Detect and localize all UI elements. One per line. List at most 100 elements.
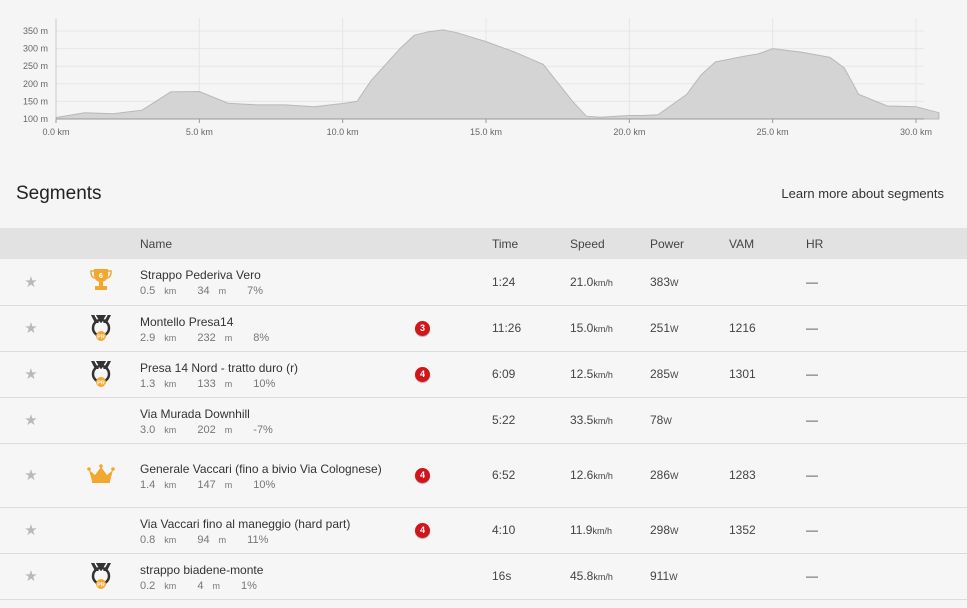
segment-distance: 0.8 km bbox=[140, 533, 177, 546]
table-row[interactable]: ★ Via Murada Downhill 3.0 km 202 m -7% 5:2… bbox=[0, 397, 967, 443]
segment-power: 911W bbox=[650, 569, 678, 583]
segment-grade: -7% bbox=[253, 423, 273, 436]
segment-name-link[interactable]: Generale Vaccari (fino a bivio Via Colog… bbox=[140, 460, 415, 478]
table-row[interactable]: ★ PR Presa 14 Nord - tratto duro (r) 1.3 k… bbox=[0, 351, 967, 397]
segment-distance: 3.0 km bbox=[140, 423, 177, 436]
climb-category-badge: 4 bbox=[415, 468, 430, 483]
segment-power: 285W bbox=[650, 367, 679, 381]
col-hr[interactable]: HR bbox=[806, 228, 967, 259]
segment-cell: Montello Presa14 2.9 km 232 m 8% bbox=[140, 305, 415, 351]
segment-power: 286W bbox=[650, 468, 679, 482]
segment-speed: 33.5km/h bbox=[570, 413, 613, 427]
trophy-icon: 6 bbox=[90, 269, 112, 291]
climb-category-badge: 4 bbox=[415, 523, 430, 538]
segment-hr: — bbox=[806, 413, 818, 427]
segment-power: 383W bbox=[650, 274, 679, 289]
segment-time: 6:09 bbox=[492, 367, 516, 381]
segment-name-link[interactable]: Montello Presa14 bbox=[140, 313, 415, 331]
x-tick-label: 15.0 km bbox=[470, 127, 502, 137]
category-cell: 3 bbox=[415, 305, 492, 351]
segment-cell: Generale Vaccari (fino a bivio Via Colog… bbox=[140, 443, 415, 507]
segment-grade: 10% bbox=[253, 377, 276, 390]
segment-power: 251W bbox=[650, 321, 679, 335]
segment-elevation: 202 m bbox=[197, 423, 233, 436]
segment-grade: 10% bbox=[253, 478, 276, 491]
segment-time: 6:52 bbox=[492, 468, 516, 482]
y-tick-label: 100 m bbox=[23, 114, 48, 124]
segment-vam: 1283 bbox=[729, 468, 756, 482]
category-cell bbox=[415, 553, 492, 599]
segment-cell: Strappo Pederiva Vero 0.5 km 34 m 7% bbox=[140, 259, 415, 305]
col-power[interactable]: Power bbox=[650, 228, 729, 259]
star-icon[interactable]: ★ bbox=[0, 351, 62, 397]
pr-medal-icon: PR bbox=[91, 562, 111, 589]
segment-vam: 1352 bbox=[729, 523, 756, 537]
segment-grade: 1% bbox=[241, 579, 257, 592]
star-icon[interactable]: ★ bbox=[0, 553, 62, 599]
x-tick-label: 10.0 km bbox=[327, 127, 359, 137]
segment-stats: 2.9 km 232 m 8% bbox=[140, 332, 415, 344]
segment-name-link[interactable]: Via Vaccari fino al maneggio (hard part) bbox=[140, 515, 415, 533]
table-row[interactable]: ★ Generale Vaccari (fino a bivio Via Col… bbox=[0, 443, 967, 507]
segment-time: 16s bbox=[492, 569, 512, 583]
category-cell: 4 bbox=[415, 507, 492, 553]
segment-distance: 0.5 km bbox=[140, 285, 177, 298]
col-vam[interactable]: VAM bbox=[729, 228, 806, 259]
segment-cell: Via Murada Downhill 3.0 km 202 m -7% bbox=[140, 397, 415, 443]
segment-distance: 1.4 km bbox=[140, 478, 177, 491]
climb-category-badge: 4 bbox=[415, 367, 430, 382]
learn-more-link[interactable]: Learn more about segments bbox=[781, 186, 944, 201]
segment-speed: 15.0km/h bbox=[570, 321, 613, 335]
segment-vam: 1301 bbox=[729, 367, 756, 381]
crown-icon bbox=[87, 463, 115, 483]
col-speed[interactable]: Speed bbox=[570, 228, 650, 259]
segment-elevation: 4m bbox=[197, 579, 220, 592]
star-icon[interactable]: ★ bbox=[0, 507, 62, 553]
y-tick-label: 250 m bbox=[23, 61, 48, 71]
elevation-chart: 350 m 300 m 250 m 200 m 150 m 100 m 0.0 km 5.0 … bbox=[23, 18, 940, 137]
segment-name-link[interactable]: Presa 14 Nord - tratto duro (r) bbox=[140, 359, 415, 377]
segment-cell: strappo biadene-monte 0.2 km 4m 1% bbox=[140, 553, 415, 599]
col-time[interactable]: Time bbox=[492, 228, 570, 259]
award-cell: 6 bbox=[62, 259, 140, 305]
pr-medal-icon: PR bbox=[91, 314, 111, 341]
segment-vam bbox=[729, 553, 806, 599]
award-cell: PR bbox=[62, 351, 140, 397]
segment-power: 298W bbox=[650, 523, 679, 537]
table-row[interactable]: ★ 6 Strappo Pederiva Vero 0.5 km 34 m 7% 1:… bbox=[0, 259, 967, 305]
y-tick-label: 150 m bbox=[23, 96, 48, 106]
segment-speed: 11.9km/h bbox=[570, 523, 612, 537]
award-cell: PR bbox=[62, 305, 140, 351]
award-cell: PR bbox=[62, 553, 140, 599]
star-icon[interactable]: ★ bbox=[0, 305, 62, 351]
segment-speed: 12.6km/h bbox=[570, 468, 613, 482]
segment-name-link[interactable]: strappo biadene-monte bbox=[140, 561, 415, 579]
segment-power: 78W bbox=[650, 413, 672, 427]
segment-stats: 1.3 km 133 m 10% bbox=[140, 378, 415, 390]
col-name[interactable]: Name bbox=[140, 228, 415, 259]
elevation-area bbox=[55, 29, 940, 120]
segment-elevation: 94 m bbox=[197, 533, 227, 546]
segment-name-link[interactable]: Via Murada Downhill bbox=[140, 405, 415, 423]
category-cell bbox=[415, 397, 492, 443]
star-icon[interactable]: ★ bbox=[0, 443, 62, 507]
svg-text:6: 6 bbox=[99, 273, 103, 280]
star-icon[interactable]: ★ bbox=[0, 397, 62, 443]
segment-grade: 8% bbox=[253, 331, 270, 344]
segment-vam bbox=[729, 397, 806, 443]
segment-distance: 2.9 km bbox=[140, 331, 177, 344]
table-row[interactable]: ★ Via Vaccari fino al maneggio (hard par… bbox=[0, 507, 967, 553]
climb-category-badge: 3 bbox=[415, 321, 430, 336]
table-row[interactable]: ★ PR Montello Presa14 2.9 km 232 m 8% 3 11:2… bbox=[0, 305, 967, 351]
table-row[interactable]: ★ PR strappo biadene-monte 0.2 km 4m 1% 16… bbox=[0, 553, 967, 599]
table-header: Name Time Speed Power VAM HR bbox=[0, 228, 967, 259]
segment-elevation: 133 m bbox=[197, 377, 233, 390]
star-icon[interactable]: ★ bbox=[0, 259, 62, 305]
x-tick-label: 25.0 km bbox=[757, 127, 789, 137]
segment-hr: — bbox=[806, 367, 818, 381]
segment-hr: — bbox=[806, 321, 818, 335]
segment-grade: 7% bbox=[247, 285, 264, 298]
segment-name-link[interactable]: Strappo Pederiva Vero bbox=[140, 266, 415, 284]
segment-stats: 0.5 km 34 m 7% bbox=[140, 285, 415, 297]
svg-text:PR: PR bbox=[97, 380, 105, 386]
